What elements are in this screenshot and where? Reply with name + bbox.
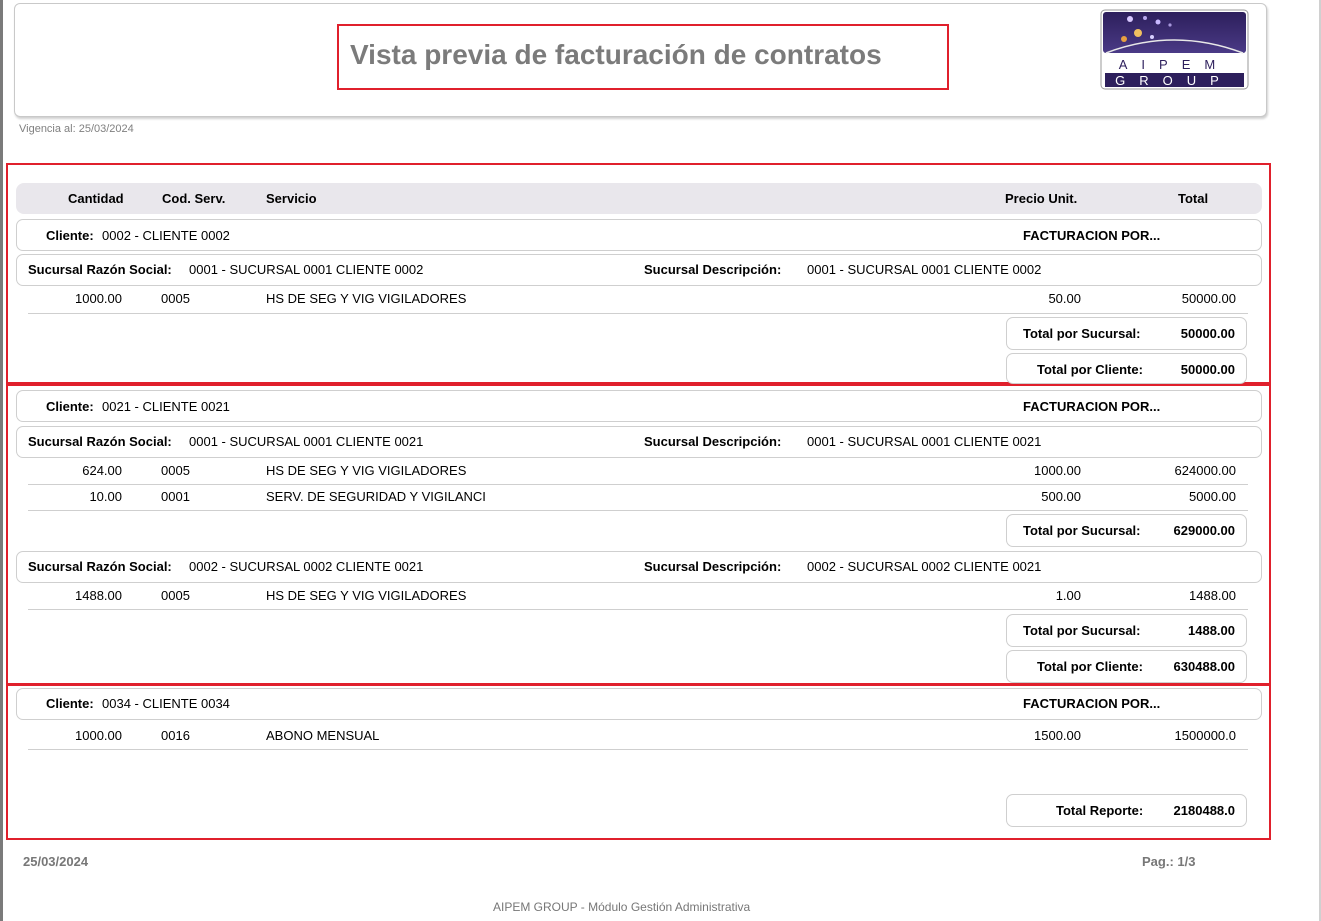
line-precio: 50.00 <box>1048 291 1081 306</box>
col-cod-serv: Cod. Serv. <box>162 191 226 206</box>
descripcion-value: 0001 - SUCURSAL 0001 CLIENTE 0021 <box>807 434 1042 449</box>
descripcion-value: 0001 - SUCURSAL 0001 CLIENTE 0002 <box>807 262 1042 277</box>
razon-social-label: Sucursal Razón Social: <box>28 434 172 449</box>
col-total: Total <box>1178 191 1209 206</box>
line-servicio: SERV. DE SEGURIDAD Y VIGILANCI <box>266 489 486 504</box>
line-cantidad: 1000.00 <box>75 728 122 743</box>
client-name: 0021 - CLIENTE 0021 <box>102 399 230 414</box>
razon-social-value: 0001 - SUCURSAL 0001 CLIENTE 0002 <box>189 262 424 277</box>
row-divider <box>28 313 1248 314</box>
col-cantidad: Cantidad <box>68 191 124 206</box>
total-cliente-value: 50000.00 <box>1180 362 1235 377</box>
line-precio: 500.00 <box>1041 489 1081 504</box>
total-reporte-value: 2180488.0 <box>1173 803 1235 818</box>
razon-social-label: Sucursal Razón Social: <box>28 559 172 574</box>
row-divider <box>28 749 1248 750</box>
line-total: 1500000.0 <box>1174 728 1236 743</box>
total-sucursal-value: 1488.00 <box>1188 623 1235 638</box>
line-cantidad: 1000.00 <box>75 291 122 306</box>
line-precio: 1500.00 <box>1034 728 1081 743</box>
aipem-group-logo: AIPEM GROUP <box>1100 9 1249 90</box>
row-divider <box>28 510 1248 511</box>
razon-social-value: 0001 - SUCURSAL 0001 CLIENTE 0021 <box>189 434 424 449</box>
line-servicio: HS DE SEG Y VIG VIGILADORES <box>266 463 467 478</box>
line-servicio: HS DE SEG Y VIG VIGILADORES <box>266 588 467 603</box>
line-total: 50000.00 <box>1181 291 1236 306</box>
logo-text-group: GROUP <box>1115 73 1233 88</box>
descripcion-label: Sucursal Descripción: <box>644 559 782 574</box>
line-cantidad: 1488.00 <box>75 588 122 603</box>
footer-page-number: Pag.: 1/3 <box>1142 854 1196 869</box>
descripcion-label: Sucursal Descripción: <box>644 434 782 449</box>
line-precio: 1000.00 <box>1034 463 1081 478</box>
total-reporte-label: Total Reporte: <box>1056 803 1144 818</box>
facturacion-label: FACTURACION POR... <box>1023 696 1161 711</box>
col-servicio: Servicio <box>266 191 317 206</box>
row-divider <box>28 484 1248 485</box>
line-precio: 1.00 <box>1055 588 1081 603</box>
line-servicio: HS DE SEG Y VIG VIGILADORES <box>266 291 467 306</box>
line-total: 1488.00 <box>1189 588 1236 603</box>
line-cod: 0005 <box>161 588 190 603</box>
client-label: Cliente: <box>46 696 94 711</box>
col-precio-unit: Precio Unit. <box>1005 191 1078 206</box>
total-cliente-label: Total por Cliente: <box>1037 362 1143 377</box>
descripcion-label: Sucursal Descripción: <box>644 262 782 277</box>
report-title: Vista previa de facturación de contratos <box>350 39 882 70</box>
total-sucursal-label: Total por Sucursal: <box>1023 326 1141 341</box>
line-cantidad: 624.00 <box>82 463 122 478</box>
line-cod: 0016 <box>161 728 190 743</box>
client-name: 0002 - CLIENTE 0002 <box>102 228 230 243</box>
line-cod: 0001 <box>161 489 190 504</box>
razon-social-label: Sucursal Razón Social: <box>28 262 172 277</box>
client-label: Cliente: <box>46 399 94 414</box>
line-cantidad: 10.00 <box>89 489 122 504</box>
total-sucursal-label: Total por Sucursal: <box>1023 623 1141 638</box>
footer-date: 25/03/2024 <box>23 854 89 869</box>
vigencia-label: Vigencia al: 25/03/2024 <box>19 123 134 135</box>
line-cod: 0005 <box>161 463 190 478</box>
window-left-border <box>0 0 3 921</box>
descripcion-value: 0002 - SUCURSAL 0002 CLIENTE 0021 <box>807 559 1042 574</box>
client-name: 0034 - CLIENTE 0034 <box>102 696 230 711</box>
razon-social-value: 0002 - SUCURSAL 0002 CLIENTE 0021 <box>189 559 424 574</box>
row-divider <box>28 609 1248 610</box>
line-servicio: ABONO MENSUAL <box>266 728 380 743</box>
total-cliente-value: 630488.00 <box>1173 659 1235 674</box>
total-sucursal-value: 50000.00 <box>1180 326 1235 341</box>
facturacion-label: FACTURACION POR... <box>1023 399 1161 414</box>
total-sucursal-value: 629000.00 <box>1173 523 1235 538</box>
line-total: 5000.00 <box>1189 489 1236 504</box>
line-cod: 0005 <box>161 291 190 306</box>
footer-app-name: AIPEM GROUP - Módulo Gestión Administrat… <box>493 900 751 914</box>
line-total: 624000.00 <box>1174 463 1236 478</box>
facturacion-label: FACTURACION POR... <box>1023 228 1161 243</box>
client-label: Cliente: <box>46 228 94 243</box>
total-cliente-label: Total por Cliente: <box>1037 659 1143 674</box>
logo-text-aipem: AIPEM <box>1119 57 1229 72</box>
total-sucursal-label: Total por Sucursal: <box>1023 523 1141 538</box>
